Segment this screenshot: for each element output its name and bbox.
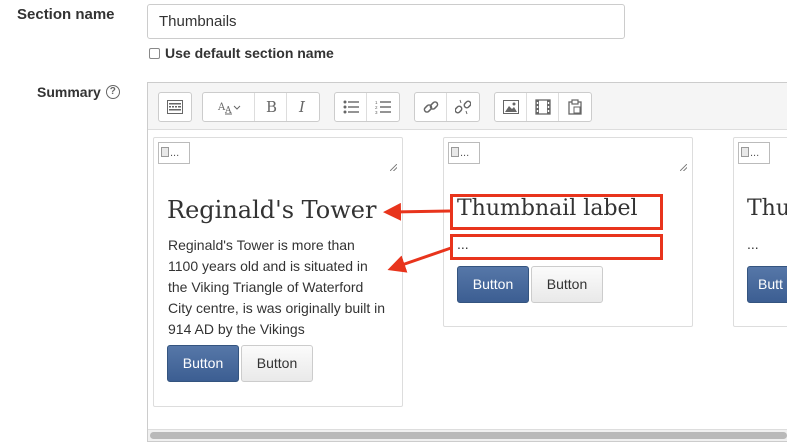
arrow-to-title — [383, 202, 451, 221]
arrow-to-text — [387, 246, 452, 273]
annotation-arrows — [383, 202, 452, 273]
